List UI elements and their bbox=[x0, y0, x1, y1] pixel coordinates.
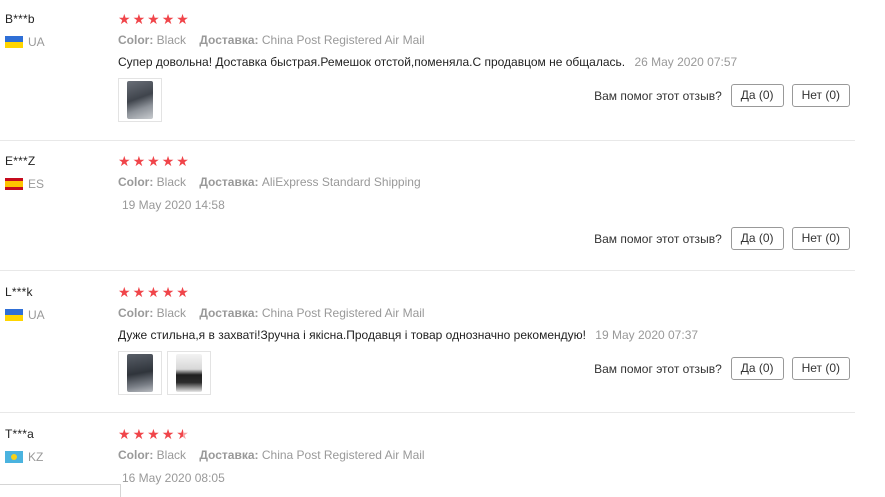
color-value: Black bbox=[156, 448, 187, 462]
country-code: UA bbox=[28, 308, 45, 322]
shipping-value: China Post Registered Air Mail bbox=[261, 33, 425, 47]
photo-image bbox=[127, 81, 153, 119]
star-icon: ★ bbox=[176, 284, 189, 300]
review-photo-thumbnail[interactable] bbox=[167, 351, 211, 395]
country-code: ES bbox=[28, 177, 45, 191]
reviewer-name: T***a bbox=[5, 427, 35, 441]
star-icon: ★ bbox=[176, 153, 189, 169]
review-photo-thumbnail[interactable] bbox=[118, 351, 162, 395]
photo-image bbox=[127, 354, 153, 392]
reviewer-country: ES bbox=[5, 177, 44, 191]
review-date: 19 May 2020 14:58 bbox=[122, 198, 225, 212]
bottom-panel-edge bbox=[0, 484, 121, 497]
review-date: 26 May 2020 07:57 bbox=[634, 55, 738, 69]
star-rating: ★ ★ ★ ★ ★ bbox=[118, 154, 189, 168]
review-item: T***a KZ ★ ★ ★ ★ ★ Color: Black Доставка… bbox=[0, 413, 855, 496]
order-attributes: Color: Black Доставка: China Post Regist… bbox=[118, 448, 425, 462]
shipping-label: Доставка: bbox=[199, 448, 259, 462]
shipping-value: China Post Registered Air Mail bbox=[261, 448, 425, 462]
shipping-label: Доставка: bbox=[199, 306, 259, 320]
star-rating: ★ ★ ★ ★ ★ bbox=[118, 285, 189, 299]
review-item: B***b UA ★ ★ ★ ★ ★ Color: Black Доставка… bbox=[0, 0, 855, 140]
helpful-yes-button[interactable]: Да (0) bbox=[730, 84, 784, 107]
star-icon: ★ bbox=[132, 153, 146, 169]
order-attributes: Color: Black Доставка: AliExpress Standa… bbox=[118, 175, 421, 189]
ukraine-flag-icon bbox=[5, 309, 23, 321]
ukraine-flag-icon bbox=[5, 36, 23, 48]
reviewer-name: L***k bbox=[5, 285, 33, 299]
star-icon: ★ bbox=[132, 426, 146, 442]
star-icon: ★ bbox=[147, 11, 160, 27]
helpful-no-button[interactable]: Нет (0) bbox=[791, 84, 850, 107]
star-icon: ★ bbox=[118, 11, 131, 27]
reviewer-country: UA bbox=[5, 35, 45, 49]
country-code: KZ bbox=[28, 450, 44, 464]
star-icon: ★ bbox=[147, 426, 160, 442]
color-value: Black bbox=[156, 33, 187, 47]
star-icon: ★ bbox=[161, 284, 175, 300]
helpful-question: Вам помог этот отзыв? bbox=[594, 88, 722, 103]
review-photos bbox=[118, 78, 162, 122]
color-value: Black bbox=[156, 175, 187, 189]
helpful-question: Вам помог этот отзыв? bbox=[594, 361, 722, 376]
feedback-text: Супер довольна! Доставка быстрая.Ремешок… bbox=[118, 55, 626, 69]
helpful-vote-area: Вам помог этот отзыв? Да (0) Нет (0) bbox=[594, 84, 850, 107]
order-attributes: Color: Black Доставка: China Post Regist… bbox=[118, 33, 425, 47]
star-icon: ★ bbox=[147, 153, 160, 169]
reviewer-name: B***b bbox=[5, 12, 35, 26]
reviewer-country: UA bbox=[5, 308, 45, 322]
order-attributes: Color: Black Доставка: China Post Regist… bbox=[118, 306, 425, 320]
star-icon: ★ bbox=[161, 11, 175, 27]
country-code: UA bbox=[28, 35, 45, 49]
helpful-vote-area: Вам помог этот отзыв? Да (0) Нет (0) bbox=[594, 227, 850, 250]
star-icon: ★ bbox=[132, 284, 146, 300]
helpful-no-button[interactable]: Нет (0) bbox=[791, 357, 850, 380]
shipping-label: Доставка: bbox=[199, 175, 259, 189]
color-label: Color: bbox=[118, 175, 154, 189]
helpful-yes-button[interactable]: Да (0) bbox=[730, 357, 784, 380]
review-text: Супер довольна! Доставка быстрая.Ремешок… bbox=[118, 55, 737, 69]
star-icon: ★ bbox=[161, 426, 175, 442]
reviewer-country: KZ bbox=[5, 450, 43, 464]
helpful-yes-button[interactable]: Да (0) bbox=[730, 227, 784, 250]
review-photos bbox=[118, 351, 211, 395]
color-label: Color: bbox=[118, 33, 154, 47]
kazakhstan-flag-icon bbox=[5, 451, 23, 463]
review-item: L***k UA ★ ★ ★ ★ ★ Color: Black Доставка… bbox=[0, 271, 855, 412]
color-value: Black bbox=[156, 306, 187, 320]
helpful-vote-area: Вам помог этот отзыв? Да (0) Нет (0) bbox=[594, 357, 850, 380]
photo-image bbox=[176, 354, 202, 392]
star-icon: ★ bbox=[118, 284, 131, 300]
star-icon: ★ bbox=[147, 284, 160, 300]
review-date: 16 May 2020 08:05 bbox=[122, 471, 225, 485]
review-item: E***Z ES ★ ★ ★ ★ ★ Color: Black Доставка… bbox=[0, 141, 855, 270]
shipping-value: China Post Registered Air Mail bbox=[261, 306, 425, 320]
star-rating: ★ ★ ★ ★ ★ bbox=[118, 427, 189, 441]
review-text: Дуже стильна,я в захваті!Зручна і якісна… bbox=[118, 328, 698, 342]
helpful-no-button[interactable]: Нет (0) bbox=[791, 227, 850, 250]
star-icon: ★ bbox=[118, 153, 131, 169]
color-label: Color: bbox=[118, 306, 154, 320]
reviewer-name: E***Z bbox=[5, 154, 36, 168]
review-date: 19 May 2020 07:37 bbox=[595, 328, 699, 342]
shipping-label: Доставка: bbox=[199, 33, 259, 47]
review-photo-thumbnail[interactable] bbox=[118, 78, 162, 122]
star-half-icon: ★ bbox=[176, 426, 189, 442]
color-label: Color: bbox=[118, 448, 154, 462]
spain-flag-icon bbox=[5, 178, 23, 190]
star-icon: ★ bbox=[118, 426, 131, 442]
shipping-value: AliExpress Standard Shipping bbox=[261, 175, 421, 189]
helpful-question: Вам помог этот отзыв? bbox=[594, 231, 722, 246]
star-icon: ★ bbox=[161, 153, 175, 169]
star-icon: ★ bbox=[176, 11, 189, 27]
feedback-text: Дуже стильна,я в захваті!Зручна і якісна… bbox=[118, 328, 586, 342]
star-rating: ★ ★ ★ ★ ★ bbox=[118, 12, 189, 26]
star-icon: ★ bbox=[132, 11, 146, 27]
